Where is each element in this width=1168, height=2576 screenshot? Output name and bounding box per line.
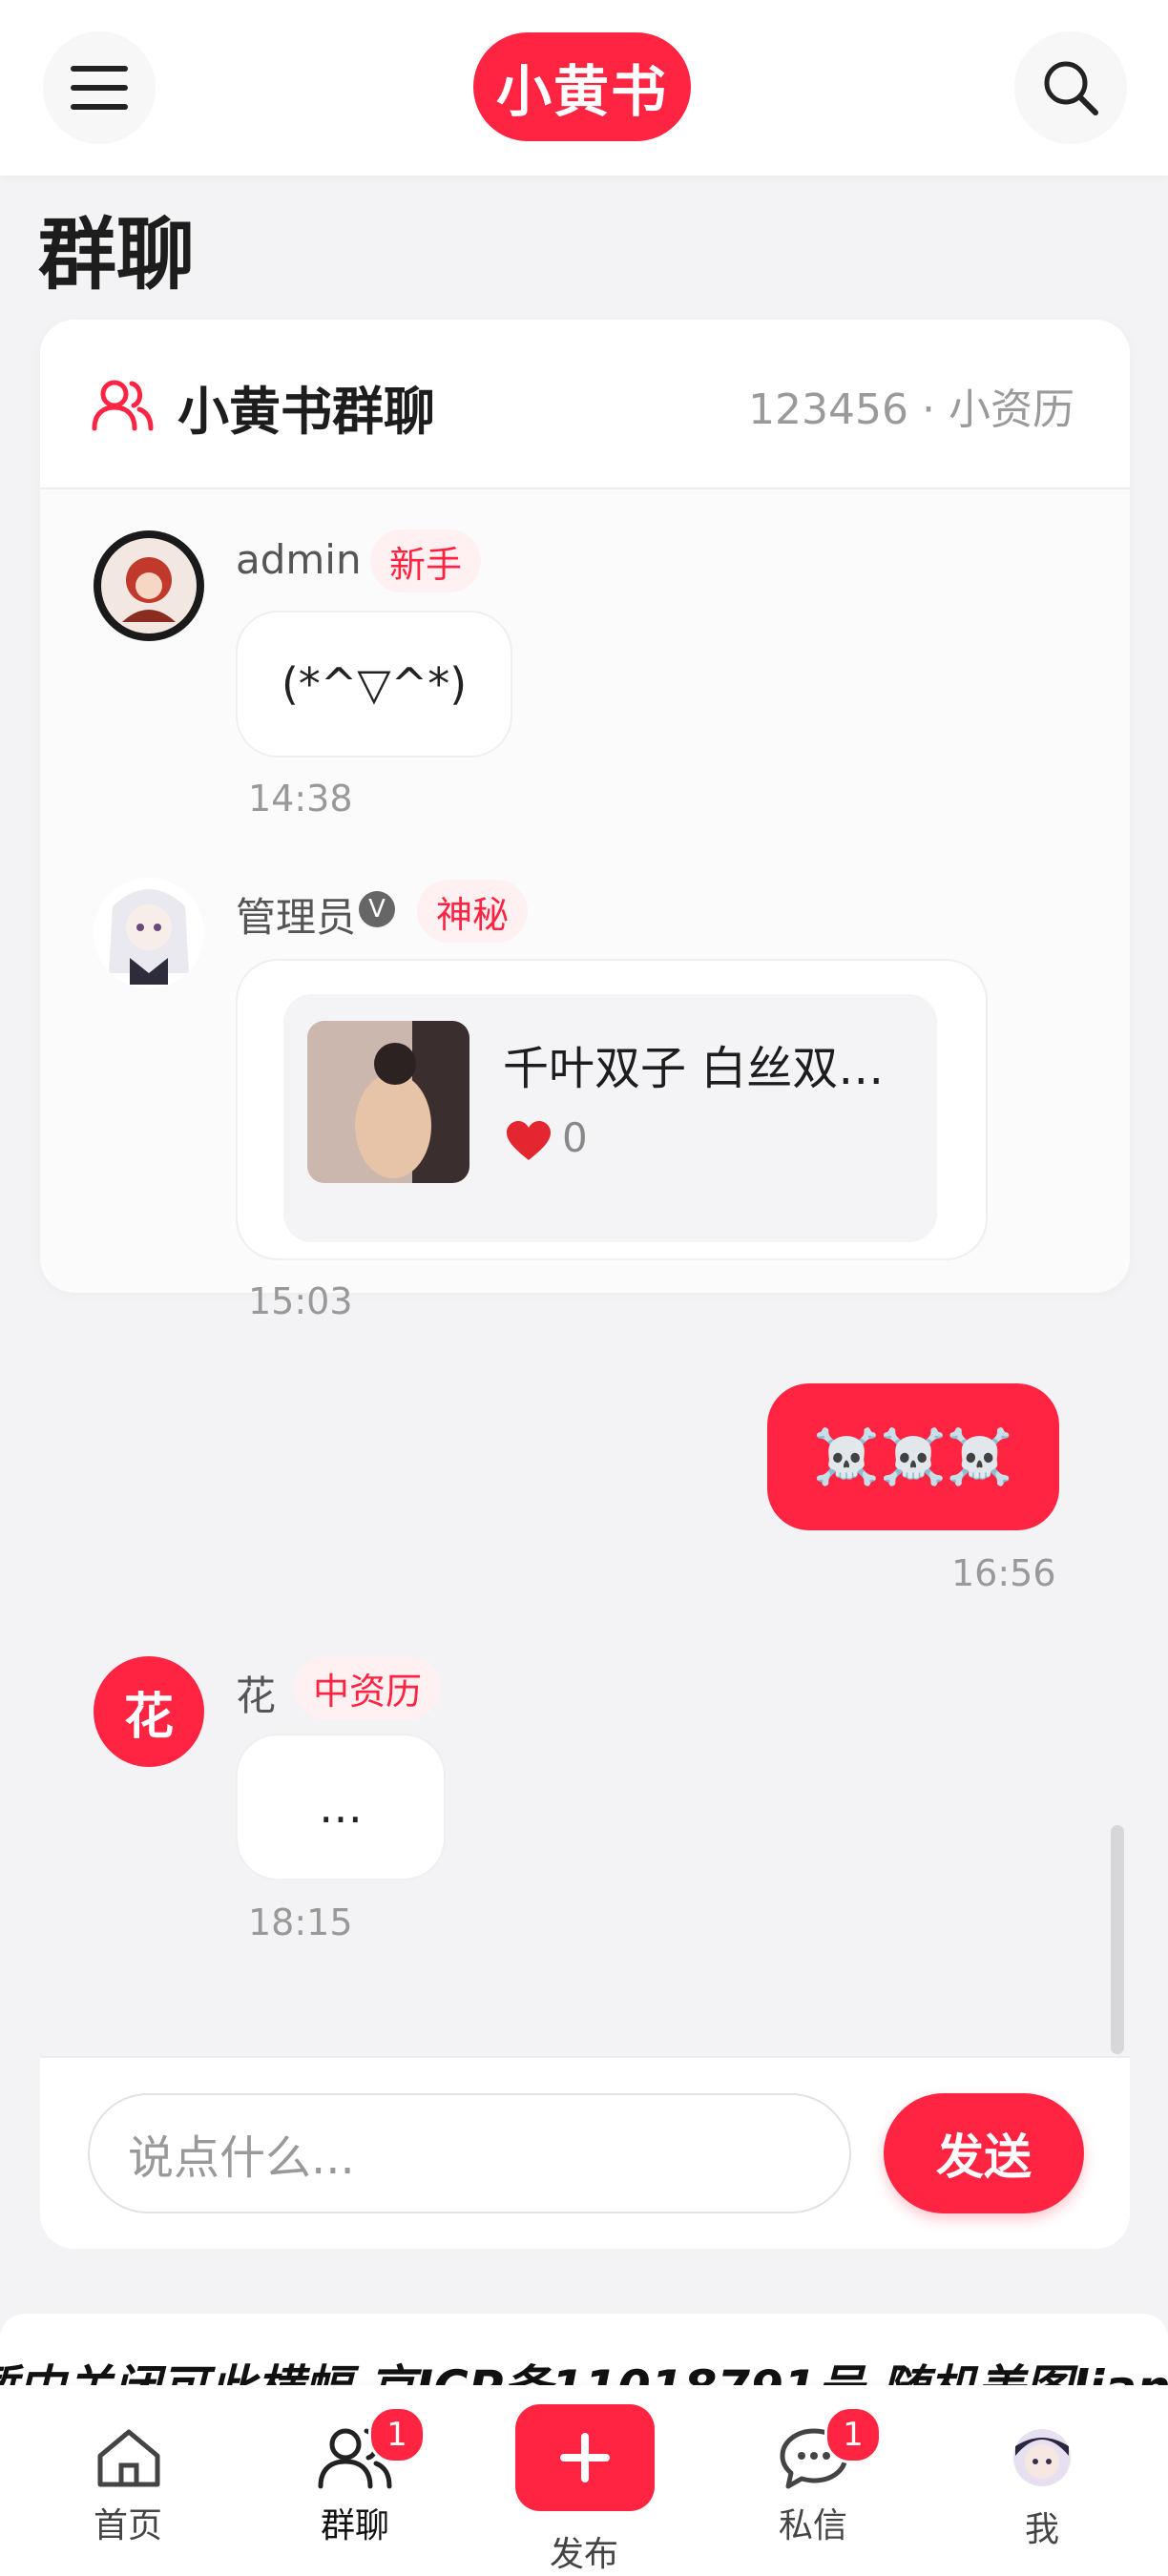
nav-item-messages[interactable]: 1 私信 (718, 2385, 908, 2576)
nav-badge: 1 (368, 2406, 426, 2463)
avatar[interactable] (94, 530, 204, 641)
nav-label: 群聊 (320, 2506, 389, 2545)
app-logo[interactable]: 小黄书 (473, 32, 691, 141)
avatar[interactable]: 花 (94, 1656, 204, 1767)
nav-item-group-chat[interactable]: 1 群聊 (260, 2385, 450, 2576)
message-username: 花 (236, 1672, 277, 1719)
page-title: 群聊 (38, 210, 196, 301)
scrollbar[interactable] (1111, 1825, 1124, 2054)
level-badge: 神秘 (417, 880, 529, 943)
top-bar: 小黄书 (0, 0, 1168, 176)
my-message-bubble[interactable]: ☠️☠️☠️ (767, 1383, 1059, 1530)
level-badge: 中资历 (294, 1656, 442, 1719)
home-icon (97, 2429, 160, 2487)
message-username: 管理员 (236, 894, 357, 941)
menu-button[interactable] (43, 31, 156, 144)
group-name: 小黄书群聊 (177, 382, 435, 442)
group-icon (92, 380, 154, 431)
message-input[interactable]: 说点什么... (88, 2093, 851, 2213)
message-time: 18:15 (248, 1901, 353, 1943)
message-time: 16:56 (951, 1552, 1056, 1594)
message-bubble[interactable]: (*^▽^*) (236, 611, 512, 758)
verified-icon: V (359, 891, 395, 927)
message-time: 15:03 (248, 1280, 353, 1322)
avatar-image (109, 889, 189, 985)
message-username: admin (236, 536, 362, 583)
nav-label: 私信 (778, 2506, 847, 2545)
group-meta: 123456 · 小资历 (748, 385, 1074, 434)
avatar[interactable] (94, 878, 204, 988)
heart-icon (507, 1121, 551, 1160)
avatar (1013, 2429, 1071, 2486)
note-title: 千叶双子 白丝双… (503, 1042, 885, 1095)
plus-icon (560, 2433, 610, 2483)
search-button[interactable] (1014, 31, 1127, 144)
publish-button[interactable] (515, 2404, 655, 2511)
nav-badge: 1 (824, 2406, 882, 2463)
like-count: 0 (562, 1114, 588, 1161)
send-button[interactable]: 发送 (884, 2093, 1084, 2213)
avatar-image (101, 538, 197, 634)
nav-label: 发布 (549, 2535, 618, 2574)
message-bubble[interactable]: … (236, 1734, 446, 1880)
message-time: 14:38 (248, 778, 353, 820)
nav-item-home[interactable]: 首页 (32, 2385, 223, 2576)
nav-item-me[interactable]: 我 (947, 2385, 1137, 2576)
nav-label: 首页 (93, 2506, 162, 2545)
chat-header: 小黄书群聊 123456 · 小资历 (40, 320, 1130, 489)
note-image (307, 1021, 469, 1183)
level-badge: 新手 (370, 530, 482, 592)
search-icon (1044, 61, 1098, 115)
note-thumbnail (307, 1021, 469, 1183)
nav-label: 我 (1024, 2510, 1059, 2549)
note-card[interactable]: 千叶双子 白丝双… 0 (283, 994, 937, 1242)
menu-icon (71, 66, 128, 110)
